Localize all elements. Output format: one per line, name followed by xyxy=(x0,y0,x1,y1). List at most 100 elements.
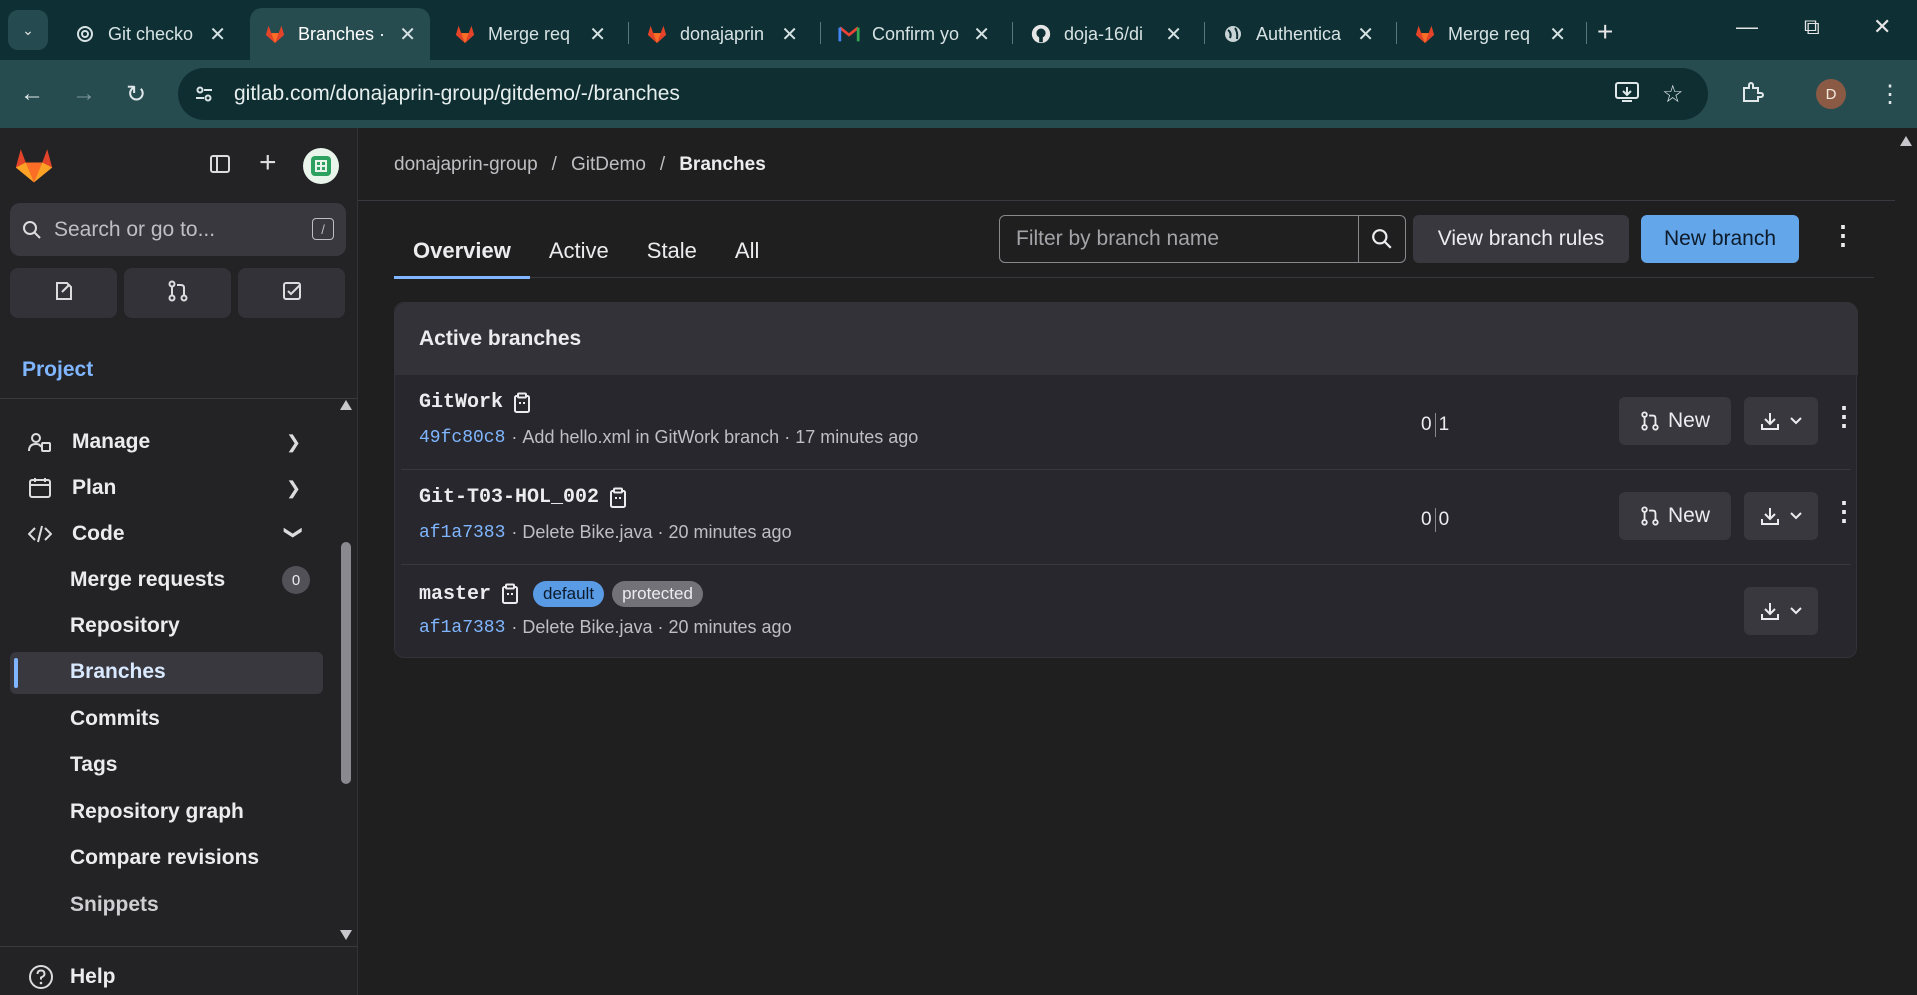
branch-name-link[interactable]: GitWork xyxy=(419,391,503,414)
scroll-up-arrow[interactable] xyxy=(1900,136,1912,146)
close-icon[interactable]: ✕ xyxy=(1165,22,1182,47)
breadcrumb-group[interactable]: donajaprin-group xyxy=(394,154,538,176)
copy-icon[interactable] xyxy=(609,487,627,509)
todos-button[interactable] xyxy=(238,268,345,318)
dot-separator: · xyxy=(779,427,796,447)
branch-filter-input[interactable]: Filter by branch name xyxy=(999,215,1359,263)
download-dropdown-button[interactable] xyxy=(1744,492,1818,540)
restore-button[interactable]: ⧉ xyxy=(1804,14,1820,40)
browser-tab[interactable]: Merge req ✕ xyxy=(1400,8,1580,60)
search-icon xyxy=(22,220,42,240)
back-button[interactable]: ← xyxy=(20,80,44,108)
merge-requests-button[interactable] xyxy=(124,268,231,318)
tab-search-button[interactable]: ⌄ xyxy=(8,10,48,50)
site-info-icon[interactable] xyxy=(186,76,222,112)
new-tab-button[interactable]: + xyxy=(1597,16,1613,48)
branch-more-actions-icon[interactable]: ⋮ xyxy=(1831,496,1857,527)
divider xyxy=(0,398,358,399)
new-branch-button[interactable]: New branch xyxy=(1641,215,1799,263)
filter-placeholder: Filter by branch name xyxy=(1016,227,1220,250)
create-new-icon[interactable]: + xyxy=(259,146,277,180)
branch-name-link[interactable]: Git-T03-HOL_002 xyxy=(419,486,599,509)
close-icon[interactable]: ✕ xyxy=(589,22,606,47)
close-icon[interactable]: ✕ xyxy=(1549,22,1566,47)
copy-icon[interactable] xyxy=(501,583,519,605)
scroll-down-arrow[interactable] xyxy=(340,930,352,940)
sidebar-context-title: Project xyxy=(22,358,94,381)
sidebar-item-merge-requests[interactable]: Merge requests xyxy=(70,568,225,592)
gitlab-icon xyxy=(454,23,476,45)
commit-message[interactable]: Add hello.xml in GitWork branch xyxy=(522,427,779,448)
commit-sha[interactable]: af1a7383 xyxy=(419,618,505,638)
extensions-icon[interactable] xyxy=(1740,80,1764,111)
breadcrumb-current[interactable]: Branches xyxy=(679,154,766,176)
copy-icon[interactable] xyxy=(513,392,531,414)
commit-message[interactable]: Delete Bike.java xyxy=(522,617,652,638)
sidebar-item-commits[interactable]: Commits xyxy=(70,707,160,731)
view-branch-rules-button[interactable]: View branch rules xyxy=(1413,215,1629,263)
sidebar-scroll-thumb[interactable] xyxy=(341,542,351,784)
commit-message[interactable]: Delete Bike.java xyxy=(522,522,652,543)
help-button[interactable]: Help xyxy=(28,964,116,990)
main-content: donajaprin-group / GitDemo / Branches Ov… xyxy=(358,128,1895,995)
sidebar-item-branches[interactable]: Branches xyxy=(70,660,166,684)
browser-tab-active[interactable]: Branches · ✕ xyxy=(250,8,430,60)
tab-stale[interactable]: Stale xyxy=(628,224,716,278)
sidebar-item-plan[interactable]: Plan xyxy=(28,476,116,500)
sidebar-item-code[interactable]: Code xyxy=(28,522,125,546)
close-icon[interactable]: ✕ xyxy=(399,22,416,47)
close-icon[interactable]: ✕ xyxy=(209,22,226,47)
page-scrollbar[interactable] xyxy=(1895,128,1917,995)
new-merge-request-button[interactable]: New xyxy=(1619,492,1731,540)
scroll-up-arrow[interactable] xyxy=(340,400,352,410)
sidebar-item-snippets[interactable]: Snippets xyxy=(70,893,159,917)
issues-button[interactable] xyxy=(10,268,117,318)
close-icon[interactable]: ✕ xyxy=(781,22,798,47)
sidebar-item-manage[interactable]: Manage xyxy=(28,430,150,454)
browser-tab[interactable]: doja-16/di ✕ xyxy=(1016,8,1196,60)
forward-button[interactable]: → xyxy=(72,80,96,108)
profile-avatar[interactable]: D xyxy=(1816,79,1846,109)
url-text[interactable]: gitlab.com/donajaprin-group/gitdemo/-/br… xyxy=(234,82,680,106)
search-icon xyxy=(1371,228,1393,250)
tab-overview[interactable]: Overview xyxy=(394,224,530,278)
browser-tab[interactable]: Git checko ✕ xyxy=(60,8,240,60)
browser-tab[interactable]: Confirm yo ✕ xyxy=(824,8,1004,60)
commit-sha[interactable]: 49fc80c8 xyxy=(419,428,505,448)
globe-icon xyxy=(1222,23,1244,45)
breadcrumb-project[interactable]: GitDemo xyxy=(571,154,646,176)
commit-time: 20 minutes ago xyxy=(668,522,792,542)
browser-tab[interactable]: Merge req ✕ xyxy=(440,8,620,60)
sidebar-item-compare-revisions[interactable]: Compare revisions xyxy=(70,846,259,870)
filter-search-button[interactable] xyxy=(1358,215,1406,263)
browser-tab[interactable]: donajaprin ✕ xyxy=(632,8,812,60)
gitlab-logo-icon[interactable] xyxy=(14,146,54,189)
branch-name-link[interactable]: master xyxy=(419,583,491,606)
branch-more-actions-icon[interactable]: ⋮ xyxy=(1831,401,1857,432)
download-dropdown-button[interactable] xyxy=(1744,587,1818,635)
search-input[interactable]: Search or go to... / xyxy=(10,203,346,256)
reload-button[interactable]: ↻ xyxy=(126,80,146,109)
commit-time: 17 minutes ago xyxy=(795,427,919,447)
sidebar-toggle-icon[interactable] xyxy=(208,152,232,183)
commit-sha[interactable]: af1a7383 xyxy=(419,523,505,543)
browser-tab[interactable]: Authentica ✕ xyxy=(1208,8,1388,60)
sidebar-item-repository-graph[interactable]: Repository graph xyxy=(70,800,244,824)
sidebar-item-repository[interactable]: Repository xyxy=(70,614,180,638)
tab-all[interactable]: All xyxy=(716,224,778,278)
sidebar-item-tags[interactable]: Tags xyxy=(70,753,117,777)
bookmark-star-icon[interactable]: ☆ xyxy=(1662,80,1684,109)
window-close-button[interactable]: ✕ xyxy=(1873,14,1891,40)
branch-tabs: Overview Active Stale All xyxy=(394,224,778,278)
tab-active[interactable]: Active xyxy=(530,224,628,278)
new-merge-request-button[interactable]: New xyxy=(1619,397,1731,445)
browser-menu-icon[interactable]: ⋮ xyxy=(1878,80,1902,109)
user-avatar[interactable] xyxy=(303,148,339,184)
install-app-icon[interactable] xyxy=(1614,80,1640,111)
omnibox[interactable]: gitlab.com/donajaprin-group/gitdemo/-/br… xyxy=(178,68,1708,120)
download-dropdown-button[interactable] xyxy=(1744,397,1818,445)
more-actions-icon[interactable]: ⋮ xyxy=(1830,220,1856,251)
minimize-button[interactable]: — xyxy=(1736,14,1758,40)
close-icon[interactable]: ✕ xyxy=(1357,22,1374,47)
close-icon[interactable]: ✕ xyxy=(973,22,990,47)
